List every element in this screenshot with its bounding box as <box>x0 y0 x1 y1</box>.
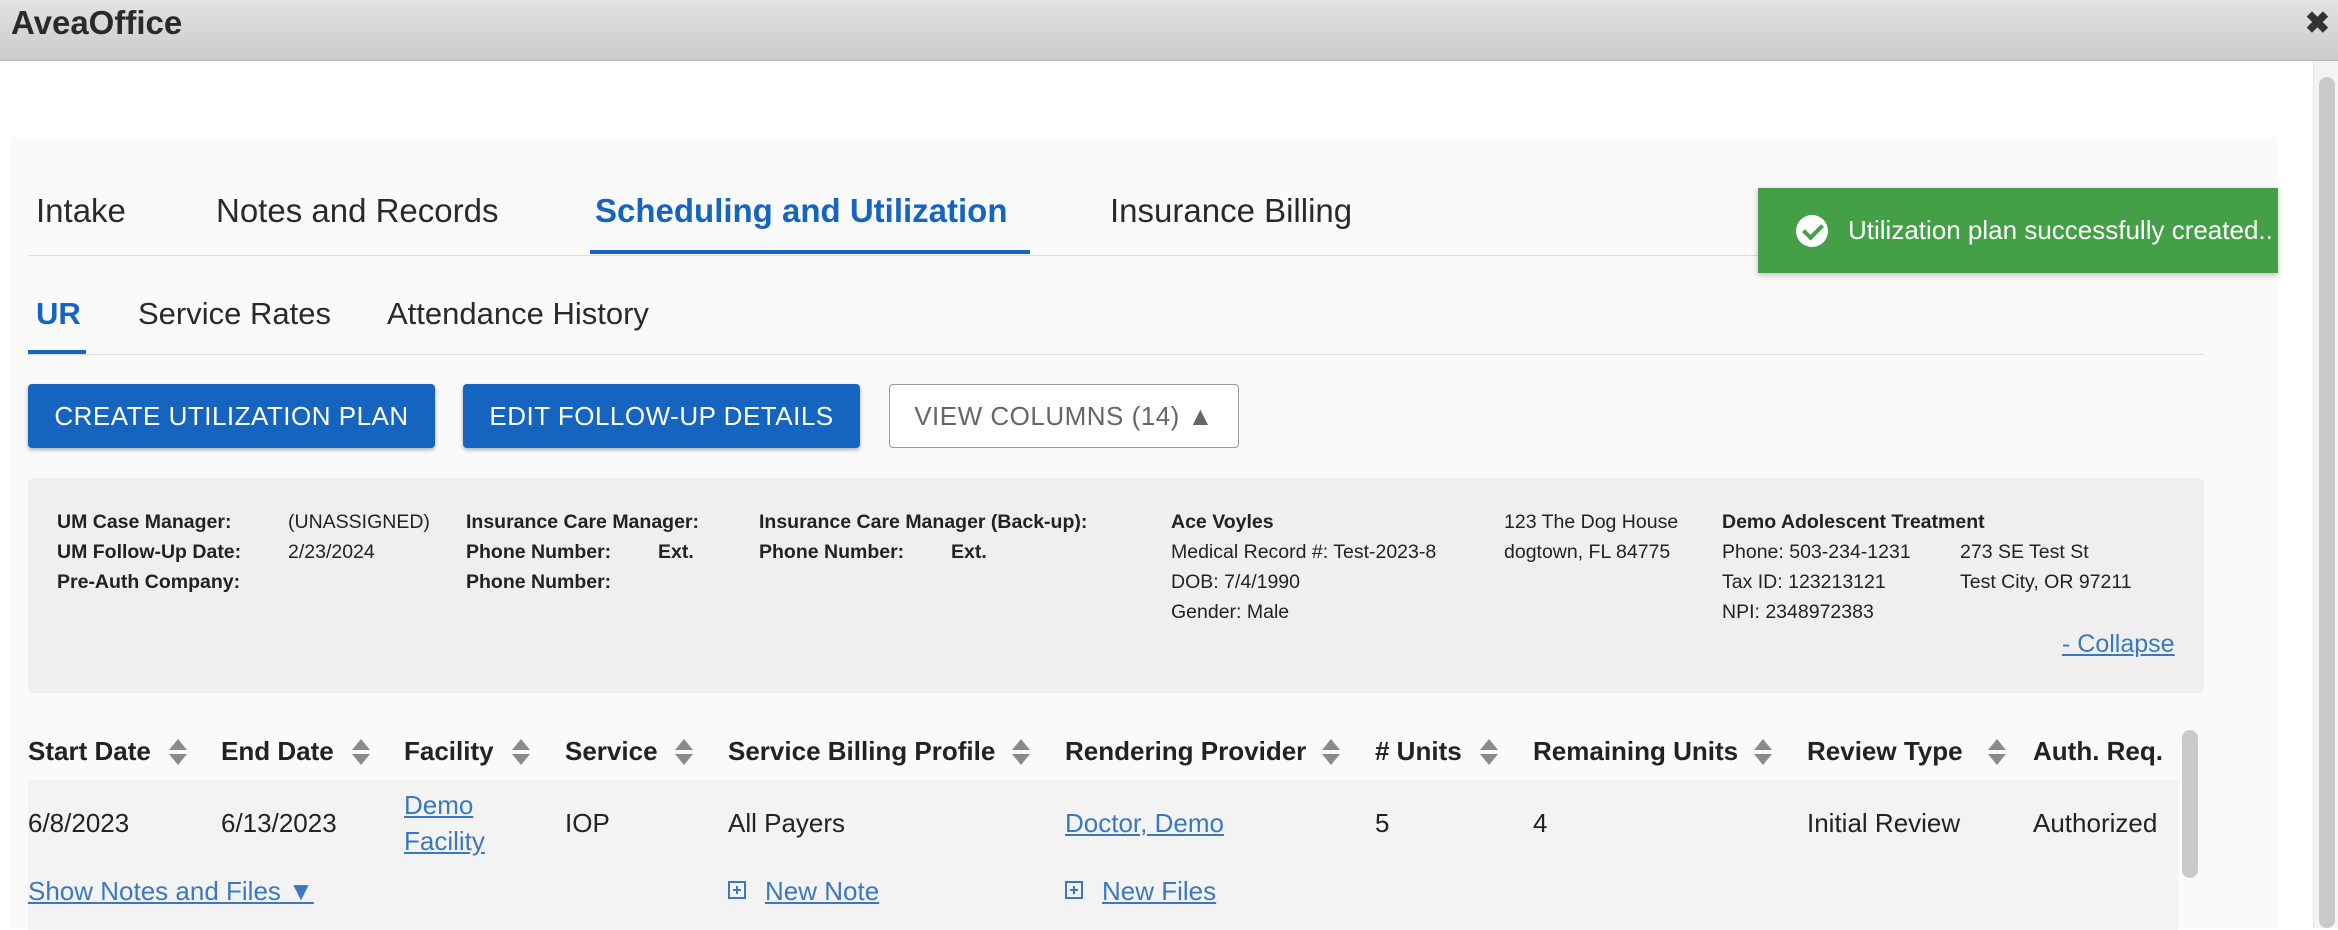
new-note-link[interactable]: New Note <box>765 876 879 907</box>
success-toast[interactable]: Utilization plan successfully created.. <box>1758 188 2278 273</box>
create-utilization-plan-button[interactable]: CREATE UTILIZATION PLAN <box>28 384 435 448</box>
app-title: AveaOffice <box>11 4 183 41</box>
pre-auth-company-label: Pre-Auth Company: <box>57 571 241 593</box>
column-header-auth-req[interactable]: Auth. Req. <box>2033 736 2163 767</box>
edit-follow-up-details-button[interactable]: EDIT FOLLOW-UP DETAILS <box>463 384 860 448</box>
check-circle-icon <box>1796 214 1828 247</box>
patient-name: Ace Voyles <box>1171 511 1274 533</box>
cell-remaining-units: 4 <box>1533 808 1548 838</box>
column-header-review-type[interactable]: Review Type <box>1807 736 1963 767</box>
show-notes-and-files-link[interactable]: Show Notes and Files ▼ <box>28 876 314 907</box>
um-case-manager-value: (UNASSIGNED) <box>288 511 430 533</box>
subtab-attendance-history[interactable]: Attendance History <box>387 296 649 332</box>
toast-message: Utilization plan successfully created.. <box>1848 215 2273 245</box>
patient-dob: DOB: 7/4/1990 <box>1171 571 1300 593</box>
tab-notes-and-records[interactable]: Notes and Records <box>216 192 498 230</box>
cell-units: 5 <box>1375 808 1390 838</box>
sort-icon[interactable] <box>1988 738 2006 768</box>
column-header-start-date[interactable]: Start Date <box>28 736 151 767</box>
tab-intake[interactable]: Intake <box>36 192 126 230</box>
um-followup-date-value: 2/23/2024 <box>288 541 375 563</box>
facility-tax-id: Tax ID: 123213121 <box>1722 571 1886 593</box>
cell-end-date: 6/13/2023 <box>221 808 337 838</box>
plus-icon[interactable] <box>728 881 746 899</box>
facility-address-line1: 273 SE Test St <box>1960 541 2089 563</box>
column-header-remaining-units[interactable]: Remaining Units <box>1533 736 1738 767</box>
sort-icon[interactable] <box>352 738 370 768</box>
facility-address-line2: Test City, OR 97211 <box>1960 571 2132 593</box>
insurance-cm-phone-label: Phone Number: <box>466 541 612 563</box>
um-followup-date-label: UM Follow-Up Date: <box>57 541 242 563</box>
insurance-cm-backup-ext-label: Ext. <box>951 541 987 563</box>
um-case-manager-label: UM Case Manager: <box>57 511 232 533</box>
subtab-ur[interactable]: UR <box>36 296 81 332</box>
column-header-service[interactable]: Service <box>565 736 658 767</box>
facility-npi: NPI: 2348972383 <box>1722 601 1874 623</box>
title-bar: AveaOffice ✖ <box>0 0 2338 61</box>
close-icon[interactable]: ✖ <box>2305 6 2330 41</box>
sort-icon[interactable] <box>512 738 530 768</box>
plus-icon[interactable] <box>1065 881 1083 899</box>
table-scrollbar-thumb[interactable] <box>2182 730 2198 878</box>
tab-scheduling-and-utilization[interactable]: Scheduling and Utilization <box>595 192 1008 230</box>
utilization-table: Start Date End Date Facility Service Ser… <box>28 726 2178 930</box>
active-tab-indicator <box>590 250 1030 254</box>
cell-start-date: 6/8/2023 <box>28 808 130 838</box>
column-header-service-billing-profile[interactable]: Service Billing Profile <box>728 736 995 767</box>
sort-icon[interactable] <box>675 738 693 768</box>
facility-phone: Phone: 503-234-1231 <box>1722 541 1911 563</box>
page-scrollbar-thumb[interactable] <box>2319 77 2335 928</box>
insurance-cm-backup-phone-label: Phone Number: <box>759 541 905 563</box>
cell-rendering-provider-link[interactable]: Doctor, Demo <box>1065 808 1224 839</box>
facility-name: Demo Adolescent Treatment <box>1722 511 1985 533</box>
insurance-care-manager-label: Insurance Care Manager: <box>466 511 700 533</box>
insurance-cm-phone-label-2: Phone Number: <box>466 571 612 593</box>
patient-mrn: Medical Record #: Test-2023-8 <box>1171 541 1437 563</box>
sub-tabs: UR Service Rates Attendance History <box>28 284 2204 355</box>
um-info-panel: UM Case Manager: (UNASSIGNED) UM Follow-… <box>28 478 2204 693</box>
cell-billing-profile: All Payers <box>728 808 846 838</box>
patient-address-line1: 123 The Dog House <box>1504 511 1679 533</box>
table-row <box>28 780 2178 930</box>
sort-icon[interactable] <box>169 738 187 768</box>
tab-insurance-billing[interactable]: Insurance Billing <box>1110 192 1352 230</box>
sort-icon[interactable] <box>1012 738 1030 768</box>
column-header-facility[interactable]: Facility <box>404 736 494 767</box>
view-columns-button[interactable]: VIEW COLUMNS (14) ▲ <box>889 384 1239 448</box>
sort-icon[interactable] <box>1322 738 1340 768</box>
patient-gender: Gender: Male <box>1171 601 1290 623</box>
cell-service: IOP <box>565 808 610 838</box>
sort-icon[interactable] <box>1754 738 1772 768</box>
collapse-link[interactable]: - Collapse <box>2062 630 2175 659</box>
subtab-service-rates[interactable]: Service Rates <box>138 296 331 332</box>
new-files-link[interactable]: New Files <box>1102 876 1216 907</box>
column-header-units[interactable]: # Units <box>1375 736 1462 767</box>
cell-auth-req: Authorized <box>2033 808 2158 838</box>
cell-facility-link[interactable]: Demo <box>404 790 473 821</box>
insurance-care-manager-backup-label: Insurance Care Manager (Back-up): <box>759 511 1088 533</box>
sort-icon[interactable] <box>1480 738 1498 768</box>
cell-review-type: Initial Review <box>1807 808 1961 838</box>
patient-address-line2: dogtown, FL 84775 <box>1504 541 1671 563</box>
insurance-cm-ext-label: Ext. <box>658 541 694 563</box>
column-header-end-date[interactable]: End Date <box>221 736 334 767</box>
cell-facility-link-line2[interactable]: Facility <box>404 826 485 857</box>
column-header-rendering-provider[interactable]: Rendering Provider <box>1065 736 1306 767</box>
active-subtab-indicator <box>28 350 86 354</box>
